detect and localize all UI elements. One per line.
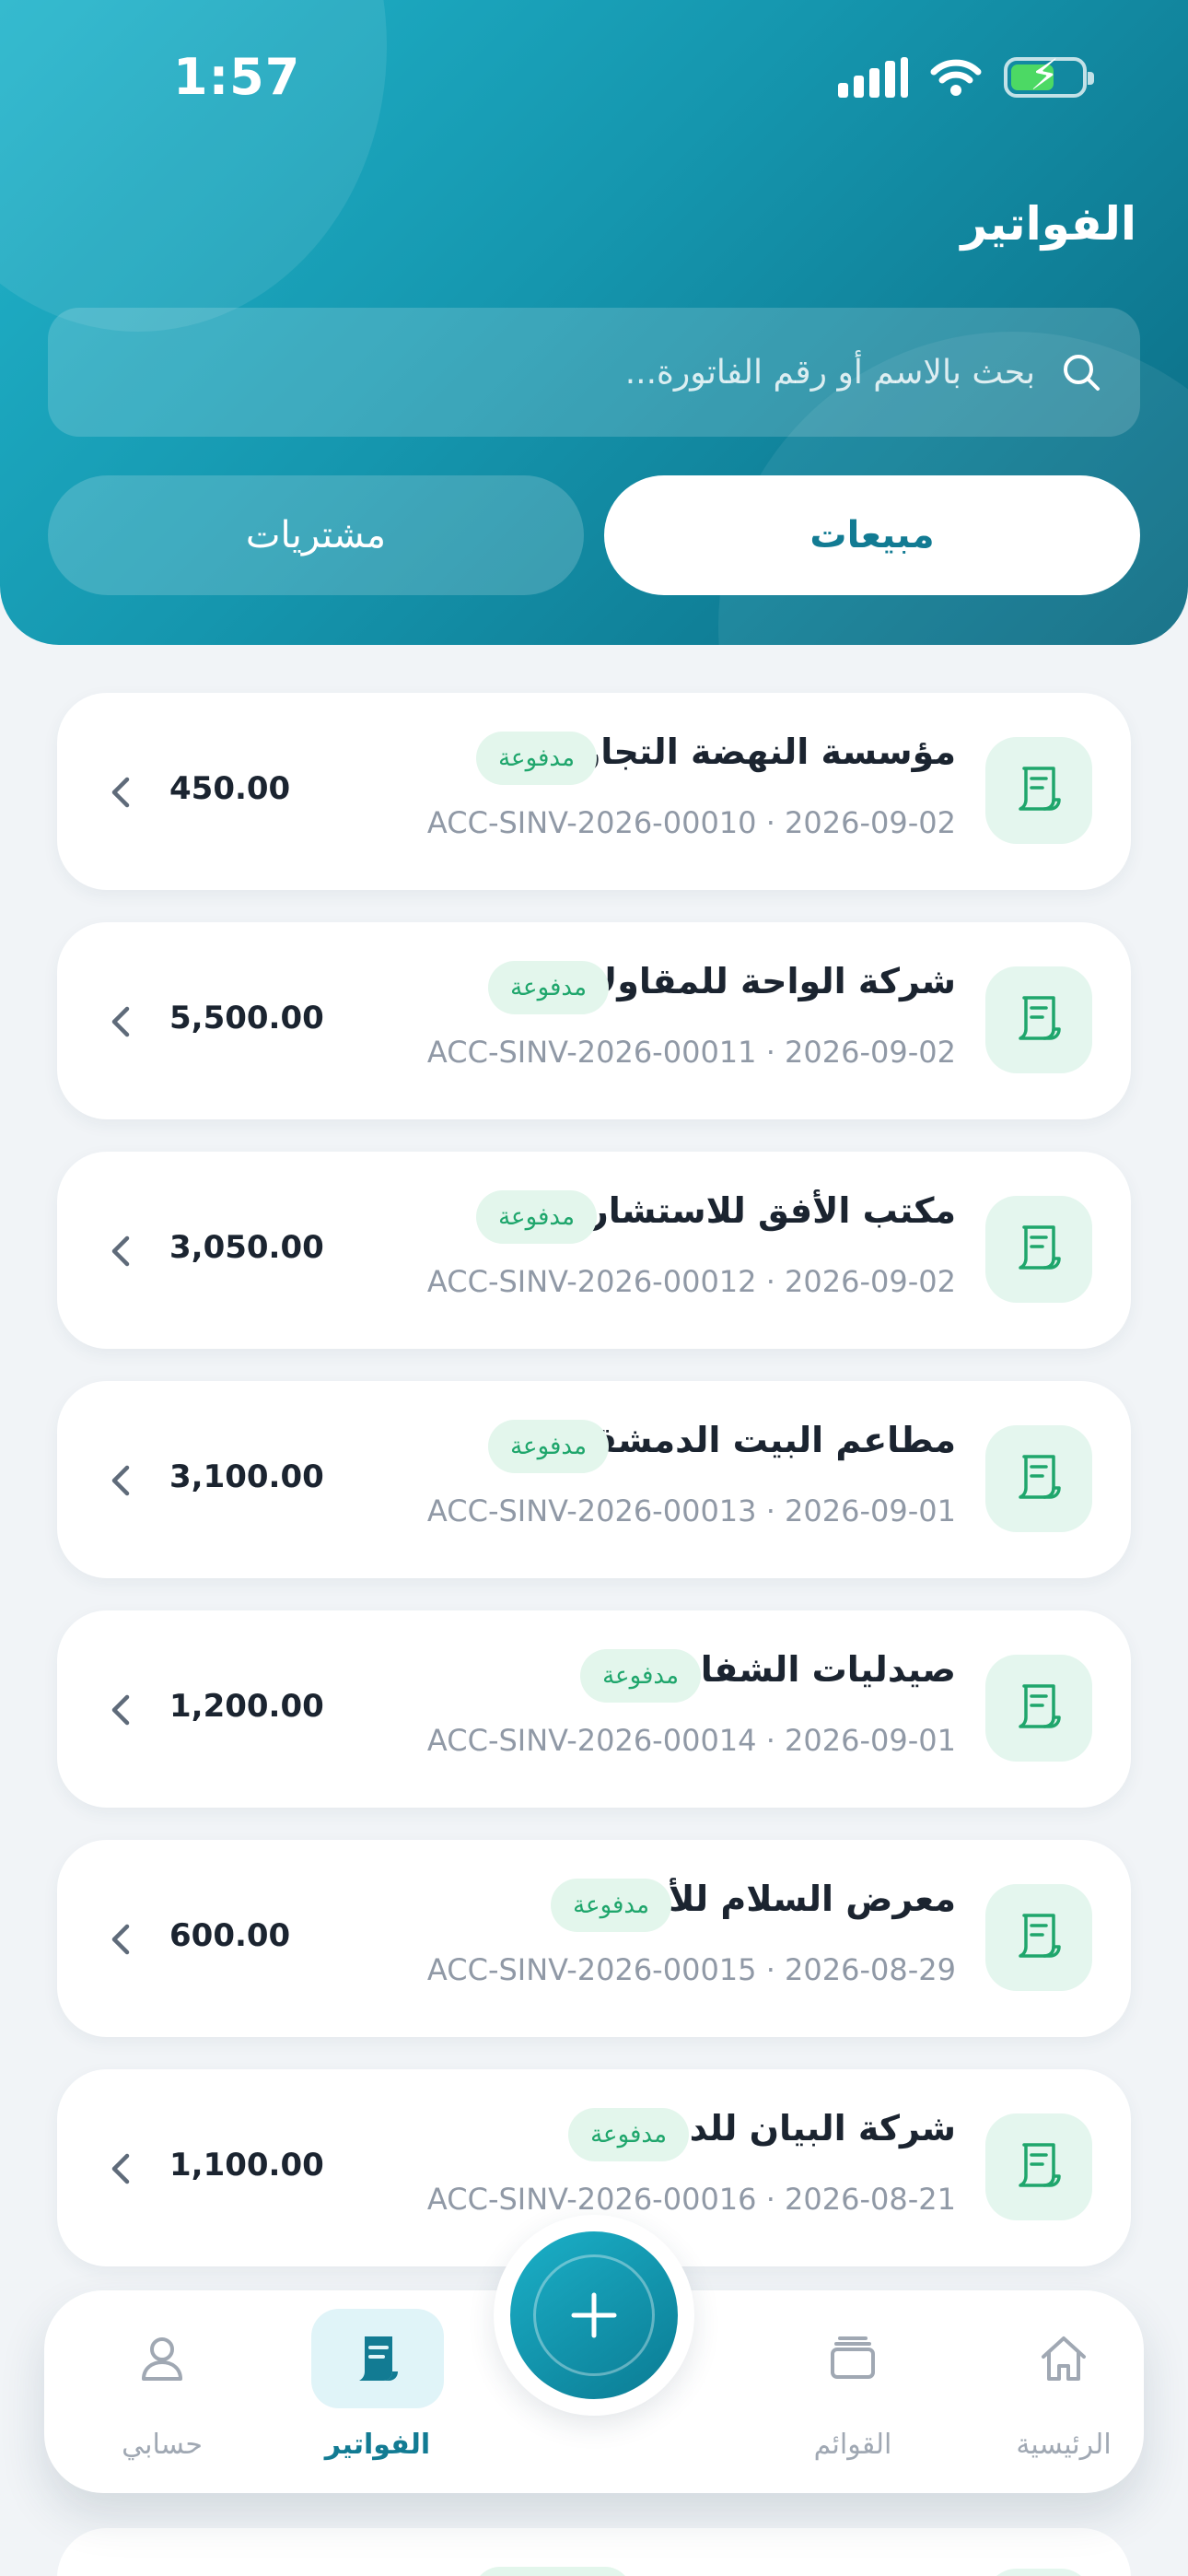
wifi-icon [930,59,982,96]
invoice-icon [359,2336,398,2381]
customer-name: مكتب الأفق للاستشارات [541,1190,956,1231]
nav-home[interactable]: الرئيسية [972,2290,1156,2493]
invoice-card[interactable]: شركة الواحة للمقاولات مدفوعة ACC-SINV-20… [57,922,1131,1119]
invoice-meta: ACC-SINV-2026-00010 · 2026-09-02 [426,805,956,840]
receipt-icon [985,2569,1092,2576]
status-badge: مدفوعة [476,732,597,785]
status-time: 1:57 [173,48,301,106]
invoice-amount: 5,500.00 [169,1000,324,1036]
status-badge: مدفوعة [551,1879,671,1932]
receipt-icon [985,1884,1092,1991]
nav-lists-label: القوائم [813,2429,892,2461]
customer-name: شركة الواحة للمقاولات [555,961,956,1001]
nav-account[interactable]: حسابي [70,2290,254,2493]
invoice-card[interactable]: مؤسسة النهضة التجارية مدفوعة ACC-SINV-20… [57,693,1131,890]
chevron-left-icon [111,1924,130,1955]
invoice-card[interactable]: معرض السلام للأثاث مدفوعة ACC-SINV-2026-… [57,1840,1131,2037]
customer-name: مطاعم البيت الدمشقي [557,1420,956,1460]
nav-invoices-label: الفواتير [324,2429,431,2461]
invoice-meta: ACC-SINV-2026-00013 · 2026-09-01 [426,1493,956,1528]
search-placeholder: بحث بالاسم أو رقم الفاتورة... [624,353,1035,392]
battery-icon: ⚡ [1004,53,1094,98]
receipt-icon [985,966,1092,1073]
invoice-meta: ACC-SINV-2026-00016 · 2026-08-21 [426,2182,956,2217]
chevron-left-icon [111,1694,130,1726]
invoice-meta: ACC-SINV-2026-00012 · 2026-09-02 [426,1264,956,1299]
status-badge: مدفوعة [568,2108,689,2161]
status-icons: ⚡ [838,53,1094,98]
chevron-left-icon [111,1006,130,1037]
page-title: الفواتير [961,197,1136,251]
tab-purchases[interactable]: مشتريات [48,475,584,595]
invoice-amount: 3,100.00 [169,1458,324,1495]
chevron-left-icon [111,2153,130,2184]
invoice-card[interactable]: مكتب الأفق للاستشارات مدفوعة ACC-SINV-20… [57,1152,1131,1349]
invoice-amount: 1,100.00 [169,2147,324,2184]
invoice-meta: ACC-SINV-2026-00014 · 2026-09-01 [426,1723,956,1758]
invoice-card-partial[interactable] [57,2528,1131,2576]
tab-sales[interactable]: مبيعات [604,475,1140,595]
customer-name: صيدليات الشفاء [682,1649,956,1690]
chevron-left-icon [111,1465,130,1496]
nav-lists[interactable]: القوائم [761,2290,945,2493]
invoice-amount: 3,050.00 [169,1229,324,1266]
chevron-left-icon [111,1235,130,1267]
receipt-icon [985,1655,1092,1762]
invoice-meta: ACC-SINV-2026-00015 · 2026-08-29 [426,1952,956,1987]
search-icon [1064,355,1100,391]
invoice-card[interactable]: صيدليات الشفاء مدفوعة ACC-SINV-2026-0001… [57,1610,1131,1808]
nav-home-label: الرئيسية [1016,2429,1112,2461]
plus-icon [571,2292,617,2338]
receipt-icon [985,737,1092,844]
home-icon [1042,2336,1086,2381]
chevron-left-icon [111,777,130,808]
status-badge: مدفوعة [476,1190,597,1244]
status-badge [473,2567,632,2576]
user-icon [142,2337,182,2381]
invoice-amount: 1,200.00 [169,1688,324,1725]
layers-icon [831,2336,875,2379]
signal-icon [838,57,908,98]
add-invoice-button[interactable] [510,2231,678,2399]
search-input[interactable]: بحث بالاسم أو رقم الفاتورة... [48,308,1140,437]
status-badge: مدفوعة [488,961,609,1014]
nav-invoices[interactable]: الفواتير [285,2290,470,2493]
receipt-icon [985,1196,1092,1303]
nav-account-label: حسابي [122,2429,203,2461]
customer-name: مؤسسة النهضة التجارية [546,732,956,772]
invoice-meta: ACC-SINV-2026-00011 · 2026-09-02 [426,1035,956,1070]
receipt-icon [985,2113,1092,2220]
status-badge: مدفوعة [488,1420,609,1473]
invoice-card[interactable]: مطاعم البيت الدمشقي مدفوعة ACC-SINV-2026… [57,1381,1131,1578]
status-badge: مدفوعة [580,1649,701,1703]
invoice-amount: 450.00 [169,770,291,807]
invoice-amount: 600.00 [169,1917,291,1954]
header: 1:57 ⚡ الفواتير بحث بالاسم أو رقم الفاتو… [0,0,1188,645]
receipt-icon [985,1425,1092,1532]
